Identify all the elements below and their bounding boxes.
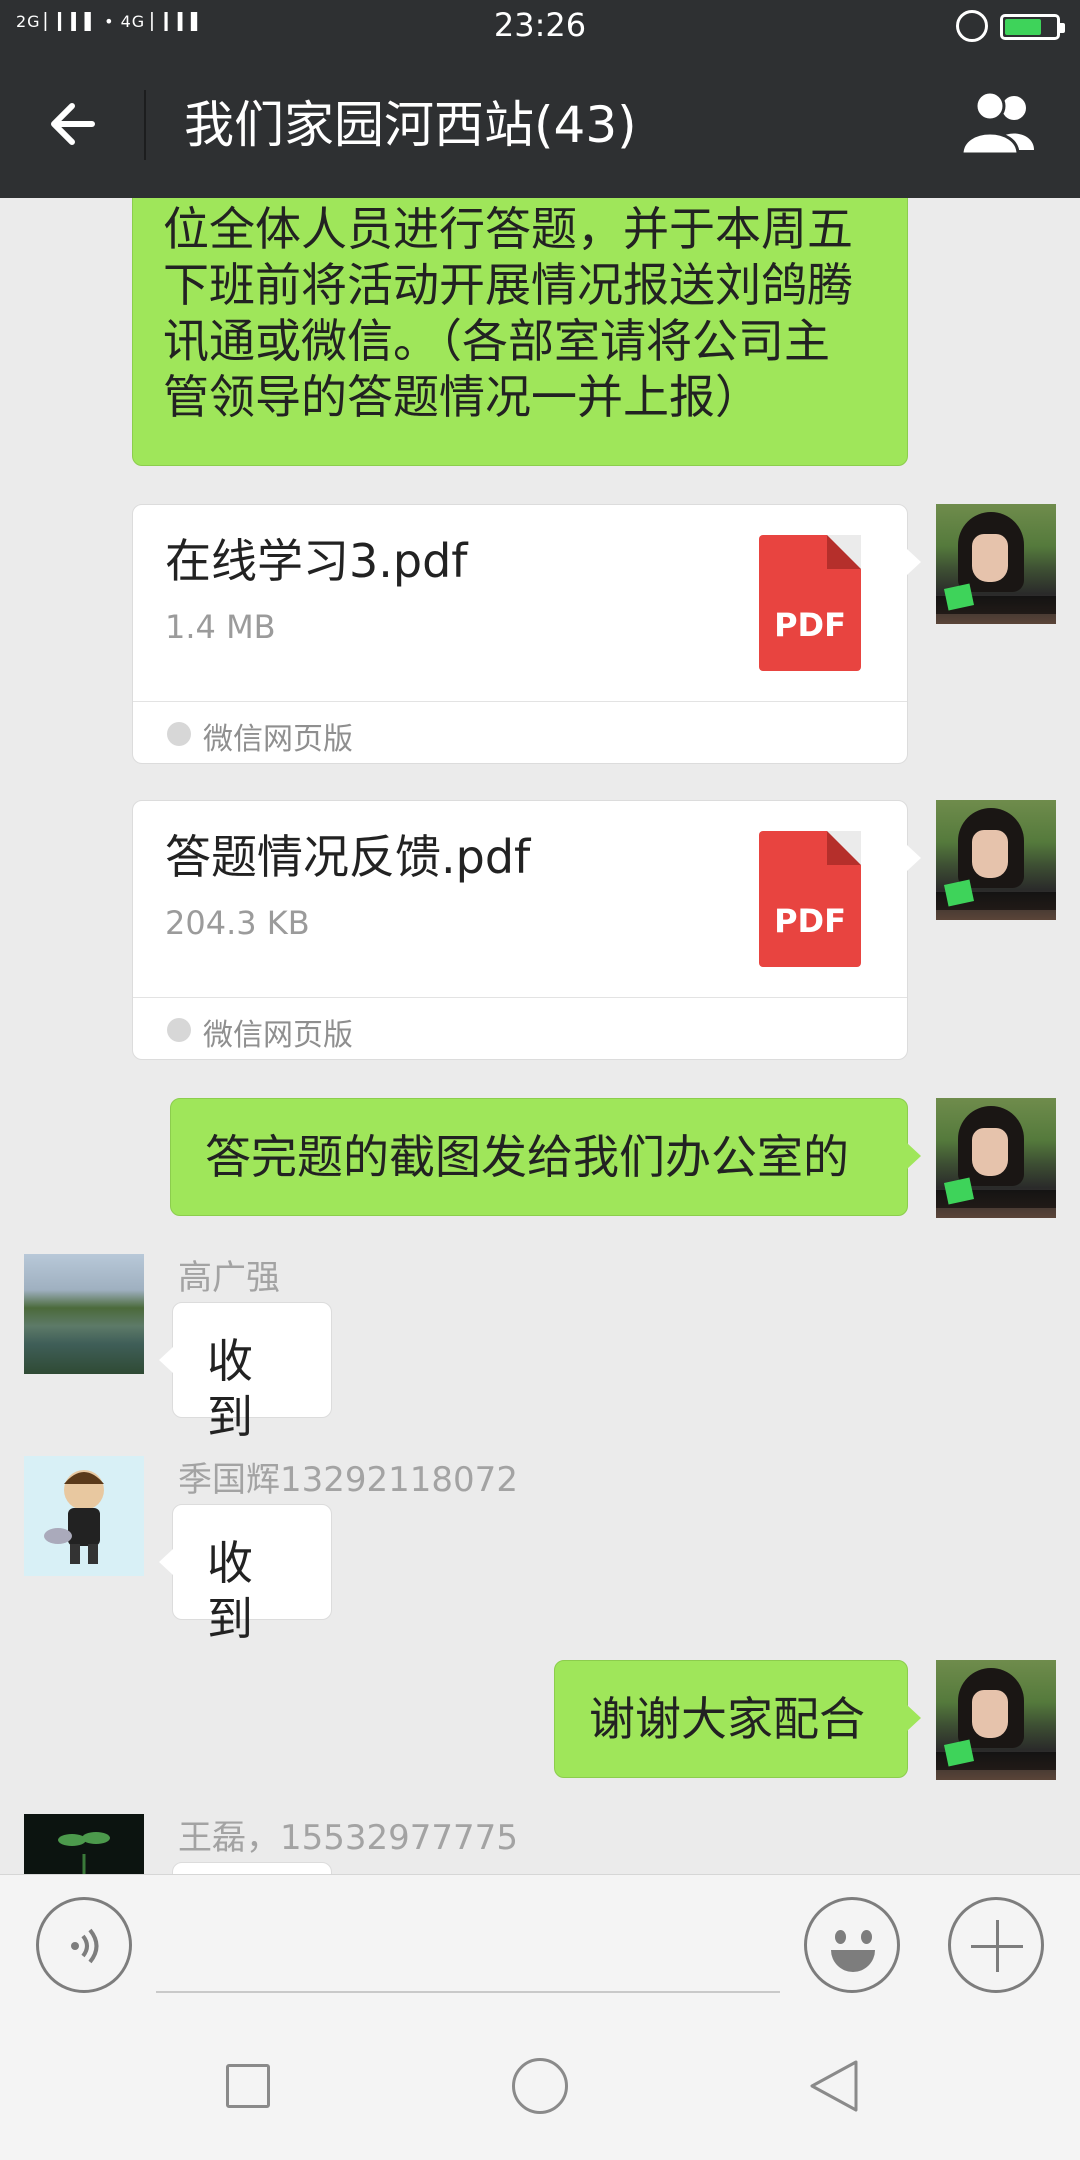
voice-icon: [71, 1928, 99, 1964]
nav-recents-icon[interactable]: [226, 2064, 270, 2108]
avatar-me[interactable]: [936, 1660, 1056, 1780]
avatar-me[interactable]: [936, 504, 1056, 624]
file-size: 1.4 MB: [165, 608, 276, 646]
file-source-footer: 微信网页版: [133, 701, 907, 763]
file-name: 在线学习3.pdf: [165, 534, 468, 588]
pdf-file-icon: PDF: [759, 535, 861, 671]
sender-name: 季国辉13292118072: [178, 1460, 518, 1500]
more-button[interactable]: [948, 1897, 1044, 1993]
notice-line-2: 下班前将活动开展情况报送刘鸽腾: [163, 258, 853, 312]
rotation-lock-icon: [956, 10, 988, 42]
message-text: 答完题的截图发给我们办公室的: [205, 1130, 849, 1184]
wechat-web-icon: [167, 1018, 191, 1042]
message-bubble[interactable]: 答完题的截图发给我们办公室的: [170, 1098, 921, 1216]
nav-home-icon[interactable]: [512, 2058, 568, 2114]
file-size: 204.3 KB: [165, 904, 310, 942]
back-arrow-icon[interactable]: [44, 94, 104, 154]
voice-input-button[interactable]: [36, 1897, 132, 1993]
message-bubble[interactable]: 谢谢大家配合: [554, 1660, 921, 1778]
pdf-icon-label: PDF: [774, 902, 846, 940]
file-source-footer: 微信网页版: [133, 997, 907, 1059]
message-text: 谢谢大家配合: [589, 1692, 865, 1746]
sender-name: 高广强: [178, 1258, 280, 1298]
file-card[interactable]: 在线学习3.pdf 1.4 MB PDF 微信网页版: [132, 504, 921, 764]
nav-back-icon[interactable]: [808, 2058, 860, 2114]
text-input[interactable]: [156, 1991, 780, 1993]
pdf-icon-label: PDF: [774, 606, 846, 644]
notice-line-1: 位全体人员进行答题，并于本周五: [163, 202, 853, 256]
file-name: 答题情况反馈.pdf: [165, 830, 531, 884]
notice-line-3: 讯通或微信。（各部室请将公司主: [163, 314, 830, 368]
group-members-icon[interactable]: [960, 92, 1040, 156]
chat-title: 我们家园河西站(43): [184, 96, 637, 154]
message-list[interactable]: 位全体人员进行答题，并于本周五 下班前将活动开展情况报送刘鸽腾 讯通或微信。（各…: [0, 198, 1080, 1874]
battery-icon: [1000, 14, 1065, 40]
status-time: 23:26: [493, 6, 587, 44]
avatar-wang[interactable]: [24, 1814, 144, 1874]
sender-name: 王磊，15532977775: [178, 1818, 518, 1858]
battery-fill: [1005, 19, 1042, 35]
header-divider: [144, 90, 146, 160]
avatar-me[interactable]: [936, 800, 1056, 920]
file-source-label: 微信网页版: [203, 1018, 353, 1053]
message-bubble[interactable]: [172, 1862, 332, 1874]
file-card[interactable]: 答题情况反馈.pdf 204.3 KB PDF 微信网页版: [132, 800, 921, 1060]
chat-header: 我们家园河西站(43): [0, 52, 1080, 198]
system-nav-bar: [0, 2014, 1080, 2160]
pdf-file-icon: PDF: [759, 831, 861, 967]
file-source-label: 微信网页版: [203, 722, 353, 757]
notice-line-4: 管领导的答题情况一并上报）: [163, 370, 761, 424]
message-text: 收到: [207, 1334, 253, 1444]
message-bubble[interactable]: 收到: [159, 1504, 332, 1646]
status-bar: 2G ▏▎▍▌ • 4G ▏▎▍▌ 23:26: [0, 0, 1080, 52]
avatar-cartoon-icon: [44, 1470, 104, 1564]
input-bar: [0, 1874, 1080, 2014]
avatar-sprout-icon: [58, 1832, 110, 1874]
message-text: 收到: [207, 1536, 253, 1646]
emoji-icon: [835, 1930, 846, 1944]
message-bubble-notice[interactable]: 位全体人员进行答题，并于本周五 下班前将活动开展情况报送刘鸽腾 讯通或微信。（各…: [132, 198, 908, 466]
avatar-gao[interactable]: [24, 1254, 144, 1374]
message-bubble[interactable]: 收到: [159, 1302, 332, 1444]
avatar-ji[interactable]: [24, 1456, 144, 1576]
wechat-web-icon: [167, 722, 191, 746]
avatar-me[interactable]: [936, 1098, 1056, 1218]
emoji-button[interactable]: [804, 1897, 900, 1993]
